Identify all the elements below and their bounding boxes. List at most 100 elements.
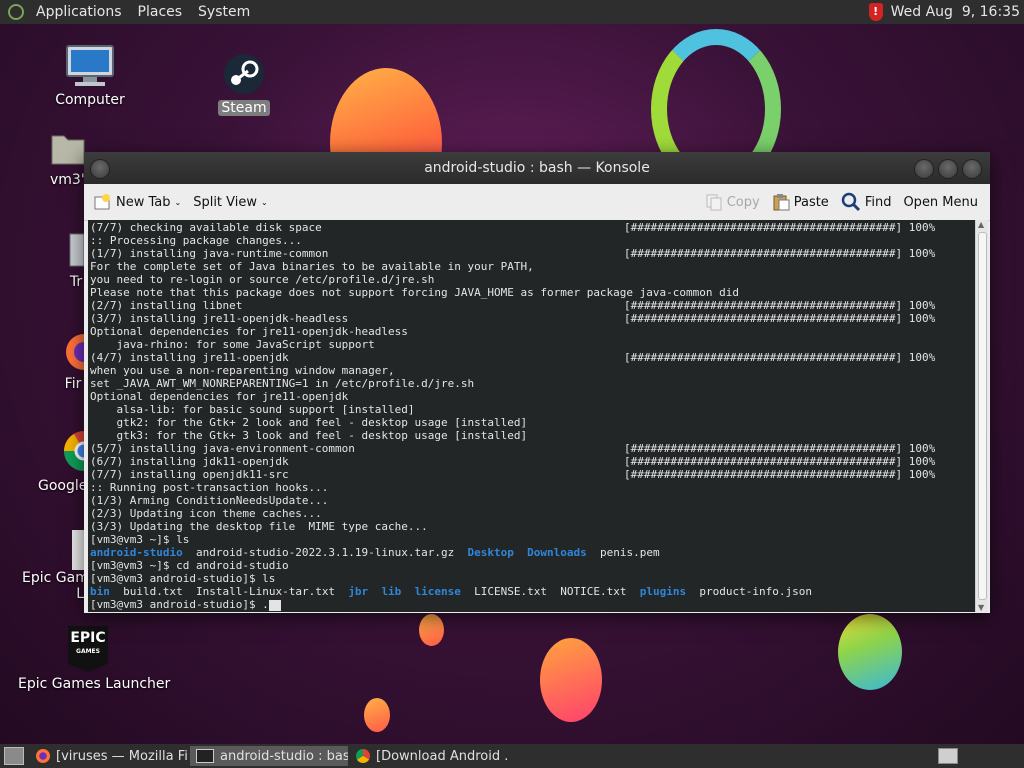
menu-system[interactable]: System bbox=[190, 0, 258, 24]
terminal-prompt: [vm3@vm3 android-studio]$ . bbox=[90, 598, 973, 611]
file-entry: product-info.json bbox=[699, 585, 812, 598]
terminal-line: (5/7) installing java-environment-common… bbox=[90, 442, 973, 455]
window-titlebar[interactable]: android-studio : bash — Konsole bbox=[84, 152, 990, 184]
taskbar-item-label: [viruses — Mozilla Fi... bbox=[56, 748, 188, 764]
clock[interactable]: Wed Aug 9, 16:35 bbox=[891, 4, 1020, 20]
konsole-toolbar: New Tab ⌄ Split View ⌄ Copy Paste Find O… bbox=[84, 184, 990, 221]
terminal-line: set _JAVA_AWT_WM_NONREPARENTING=1 in /et… bbox=[90, 377, 973, 390]
konsole-window[interactable]: android-studio : bash — Konsole New Tab … bbox=[84, 152, 990, 613]
terminal-line: Optional dependencies for jre11-openjdk-… bbox=[90, 325, 973, 338]
workspace-switcher[interactable] bbox=[938, 748, 958, 764]
taskbar-item-konsole[interactable]: android-studio : bas... bbox=[190, 746, 348, 766]
terminal-line: (2/7) installing libnet [################… bbox=[90, 299, 973, 312]
desktop-icon-epic-games-launcher[interactable]: EPIC GAMES Epic Games Launcher bbox=[18, 626, 170, 692]
desktop-icon-label: vm3's bbox=[50, 172, 92, 188]
copy-button[interactable]: Copy bbox=[699, 193, 766, 211]
terminal-line-text: Please note that this package does not s… bbox=[90, 286, 740, 299]
desktop-icon-steam[interactable]: Steam bbox=[214, 52, 274, 116]
file-entry: LICENSE.txt bbox=[474, 585, 548, 598]
wallpaper-pink-blob bbox=[540, 638, 602, 722]
terminal-line: you need to re-login or source /etc/prof… bbox=[90, 273, 973, 286]
file-entry: android-studio-2022.3.1.19-linux.tar.gz bbox=[195, 546, 455, 559]
file-entry: penis.pem bbox=[599, 546, 660, 559]
desktop-icon-chrome[interactable]: Google bbox=[38, 428, 104, 494]
taskbar-item-label: [Download Android ... bbox=[376, 748, 508, 764]
terminal-line: :: Running post-transaction hooks... bbox=[90, 481, 973, 494]
terminal-line: (1/3) Arming ConditionNeedsUpdate... bbox=[90, 494, 973, 507]
terminal-line: (2/3) Updating icon theme caches... bbox=[90, 507, 973, 520]
open-menu-label: Open Menu bbox=[903, 194, 978, 210]
security-shield-icon[interactable]: ! bbox=[868, 3, 883, 21]
find-button[interactable]: Find bbox=[835, 192, 898, 212]
close-button[interactable] bbox=[962, 159, 982, 179]
epic-games-icon bbox=[72, 530, 84, 570]
desktop-icon-label: Computer bbox=[55, 92, 125, 108]
chrome-icon bbox=[356, 749, 370, 763]
progress-bar-text: [#######################################… bbox=[624, 351, 936, 364]
terminal-line: (4/7) installing jre11-openjdk [#########… bbox=[90, 351, 973, 364]
terminal-line-text: (3/3) Updating the desktop file MIME typ… bbox=[90, 520, 428, 533]
desktop-icon-label: Steam bbox=[218, 100, 270, 116]
scroll-down-icon[interactable]: ▼ bbox=[978, 603, 984, 612]
terminal-line-text: :: Running post-transaction hooks... bbox=[90, 481, 329, 494]
terminal-line: Please note that this package does not s… bbox=[90, 286, 973, 299]
split-view-label: Split View bbox=[193, 194, 258, 210]
menu-places[interactable]: Places bbox=[130, 0, 191, 24]
terminal-line: alsa-lib: for basic sound support [insta… bbox=[90, 403, 973, 416]
directory-entry: Downloads bbox=[527, 546, 587, 559]
maximize-button[interactable] bbox=[938, 159, 958, 179]
directory-entry: plugins bbox=[639, 585, 687, 598]
terminal-line-text: (1/7) installing java-runtime-common bbox=[90, 247, 329, 260]
taskbar-item-chrome[interactable]: [Download Android ... bbox=[350, 746, 508, 766]
split-view-button[interactable]: Split View ⌄ bbox=[187, 195, 274, 210]
file-entry: build.txt bbox=[123, 585, 183, 598]
terminal-line-text: java-rhino: for some JavaScript support bbox=[90, 338, 375, 351]
window-menu-button[interactable] bbox=[90, 159, 110, 179]
new-tab-label: New Tab bbox=[116, 194, 171, 210]
directory-entry: android-studio bbox=[90, 546, 183, 559]
directory-entry: jbr bbox=[348, 585, 369, 598]
new-tab-icon bbox=[94, 194, 110, 210]
terminal-line-text: gtk2: for the Gtk+ 2 look and feel - des… bbox=[90, 416, 528, 429]
directory-entry: Desktop bbox=[467, 546, 514, 559]
terminal-line-text: (7/7) checking available disk space bbox=[90, 221, 322, 234]
terminal-line-text: (2/3) Updating icon theme caches... bbox=[90, 507, 322, 520]
terminal-line-text: when you use a non-reparenting window ma… bbox=[90, 364, 395, 377]
paste-button[interactable]: Paste bbox=[766, 193, 835, 211]
desktop-icon-trash[interactable]: Tr bbox=[68, 230, 85, 290]
wallpaper-small-blob bbox=[419, 614, 444, 646]
menu-applications[interactable]: Applications bbox=[28, 0, 130, 24]
terminal-line-text: set _JAVA_AWT_WM_NONREPARENTING=1 in /et… bbox=[90, 377, 475, 390]
new-tab-button[interactable]: New Tab ⌄ bbox=[88, 193, 187, 211]
trash-icon bbox=[69, 233, 85, 267]
scrollbar[interactable]: ▲ ▼ bbox=[975, 220, 988, 612]
terminal-command-text: [vm3@vm3 ~]$ cd android-studio bbox=[90, 559, 289, 572]
show-desktop-icon[interactable] bbox=[4, 747, 24, 765]
desktop-icon-label: L bbox=[76, 586, 84, 602]
terminal-line: gtk2: for the Gtk+ 2 look and feel - des… bbox=[90, 416, 973, 429]
terminal-line-text: (7/7) installing openjdk11-src bbox=[90, 468, 289, 481]
terminal-line: (3/7) installing jre11-openjdk-headless [… bbox=[90, 312, 973, 325]
desktop-icon-computer[interactable]: Computer bbox=[50, 44, 130, 108]
progress-bar-text: [#######################################… bbox=[624, 442, 936, 455]
scrollbar-thumb[interactable] bbox=[978, 232, 988, 600]
desktop-icon-epic-games-1[interactable]: Epic Game L bbox=[22, 530, 97, 602]
terminal-line-text: For the complete set of Java binaries to… bbox=[90, 260, 534, 273]
desktop-icon-label: Tr bbox=[69, 274, 83, 290]
terminal-command-text: [vm3@vm3 android-studio]$ . bbox=[90, 598, 269, 611]
scroll-up-icon[interactable]: ▲ bbox=[978, 220, 984, 229]
taskbar-item-firefox[interactable]: [viruses — Mozilla Fi... bbox=[30, 746, 188, 766]
text-cursor bbox=[274, 599, 281, 611]
open-menu-button[interactable]: Open Menu bbox=[897, 195, 984, 210]
terminal-line-text: (1/3) Arming ConditionNeedsUpdate... bbox=[90, 494, 329, 507]
terminal-line: gtk3: for the Gtk+ 3 look and feel - des… bbox=[90, 429, 973, 442]
terminal-line: (7/7) checking available disk space [####… bbox=[90, 221, 973, 234]
desktop-icon-firefox[interactable]: Fir bbox=[62, 332, 102, 392]
firefox-icon bbox=[66, 334, 102, 370]
distro-logo-icon[interactable] bbox=[8, 4, 24, 20]
epic-logo-subtext: GAMES bbox=[76, 648, 100, 655]
minimize-button[interactable] bbox=[914, 159, 934, 179]
desktop-icon-label: Fir bbox=[64, 376, 82, 392]
terminal-output[interactable]: (7/7) checking available disk space [####… bbox=[88, 220, 976, 612]
desktop-icon-home[interactable]: vm3's bbox=[50, 128, 92, 188]
